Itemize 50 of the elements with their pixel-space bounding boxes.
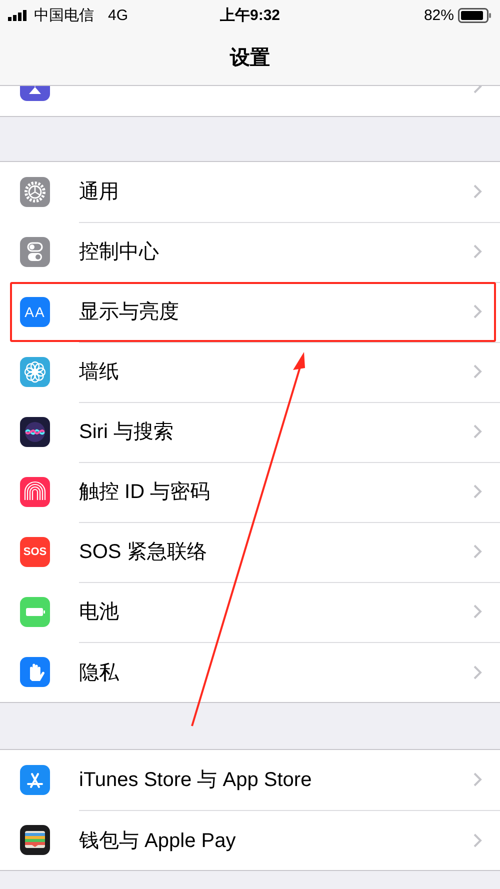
chevron-icon [473,832,482,848]
app-icon [20,417,50,447]
row-label: 电池 [79,600,119,625]
row-label: 钱包与 Apple Pay [79,828,236,854]
settings-row[interactable]: 控制中心 [0,222,500,282]
settings-row[interactable]: 通用 [0,162,500,222]
app-icon [20,765,50,795]
page-title: 设置 [230,46,270,71]
chevron-icon [473,772,482,787]
clock-time: 上午9:32 [220,6,280,24]
settings-row[interactable]: 钱包与 Apple Pay [0,810,500,870]
app-icon [20,177,50,207]
chevron-icon [473,604,482,619]
chevron-icon [473,304,482,319]
app-icon [20,237,50,267]
settings-row[interactable]: 触控 ID 与密码 [0,462,500,522]
settings-row[interactable]: Siri 与搜索 [0,402,500,462]
settings-row[interactable]: 电池 [0,582,500,642]
battery-icon [458,8,492,22]
row-label: 触控 ID 与密码 [79,480,210,505]
row-label: SOS 紧急联络 [79,540,207,565]
app-icon [20,657,50,687]
settings-row[interactable]: SOS SOS 紧急联络 [0,522,500,582]
network-type: 4G [108,6,128,24]
chevron-icon [473,244,482,259]
row-label: 显示与亮度 [79,300,179,325]
settings-row[interactable]: iTunes Store 与 App Store [0,750,500,810]
row-label: 控制中心 [79,240,159,265]
row-label: 隐私 [79,660,119,686]
settings-row[interactable]: AA 显示与亮度 [0,282,500,342]
chevron-icon [473,184,482,199]
app-icon: AA [20,297,50,327]
row-label: iTunes Store 与 App Store [79,768,312,793]
app-icon [20,825,50,855]
chevron-icon [473,544,482,559]
settings-row[interactable]: 隐私 [0,642,500,702]
battery-percent: 82% [424,6,454,24]
row-label: Siri 与搜索 [79,420,174,445]
app-icon [20,357,50,387]
app-icon: SOS [20,537,50,567]
chevron-icon [473,424,482,439]
settings-row[interactable]: 墙纸 [0,342,500,402]
chevron-icon [473,484,482,499]
chevron-icon [473,664,482,680]
app-icon [20,597,50,627]
row-label: 通用 [79,180,119,205]
chevron-icon [473,364,482,379]
carrier-name: 中国电信 [34,6,94,24]
app-icon [20,477,50,507]
row-label: 墙纸 [79,360,119,385]
